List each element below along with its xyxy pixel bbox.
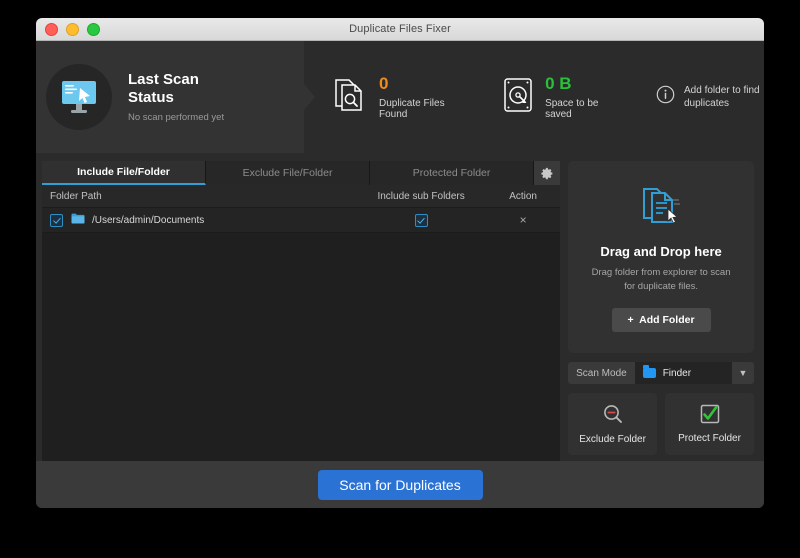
drag-drop-zone[interactable]: Drag and Drop here Drag folder from expl… [568, 161, 754, 353]
monitor-icon [62, 81, 96, 113]
scan-mode-label: Scan Mode [568, 362, 635, 384]
magnifier-minus-icon [603, 405, 622, 423]
documents-drag-icon [643, 188, 681, 224]
add-folder-hint-text: Add folder to find duplicates [684, 84, 760, 110]
status-header: Last Scan Status No scan performed yet 0 [36, 41, 764, 153]
green-check-icon [700, 404, 719, 424]
drag-drop-title: Drag and Drop here [600, 244, 722, 260]
row-select-checkbox[interactable] [50, 213, 63, 227]
stat-duplicate-text: 0 Duplicate Files Found [379, 75, 460, 120]
plus-icon: + [627, 313, 634, 326]
gear-icon [541, 167, 552, 179]
table-row[interactable]: /Users/admin/Documents × [42, 208, 561, 233]
folder-list-pane: Include File/Folder Exclude File/Folder … [42, 161, 561, 461]
exclude-folder-label: Exclude Folder [579, 434, 646, 445]
last-scan-status-panel: Last Scan Status No scan performed yet [36, 41, 315, 153]
row-include-sub-folders-cell [356, 213, 486, 227]
window-titlebar: Duplicate Files Fixer [36, 18, 764, 41]
scan-for-duplicates-button[interactable]: Scan for Duplicates [317, 470, 483, 500]
scan-mode-value: Finder [662, 367, 692, 379]
row-folder-path-text: /Users/admin/Documents [92, 214, 205, 226]
add-folder-button[interactable]: + Add Folder [611, 307, 711, 332]
protect-folder-button[interactable]: Protect Folder [665, 393, 755, 455]
stat-duplicate-label: Duplicate Files Found [379, 97, 445, 120]
stat-space-value: 0 B [545, 73, 572, 93]
footer-bar: Scan for Duplicates [36, 461, 764, 508]
window-title: Duplicate Files Fixer [349, 23, 451, 35]
row-action-cell: × [486, 214, 560, 226]
hard-drive-icon [502, 76, 534, 119]
column-header-folder-path: Folder Path [50, 190, 102, 202]
stat-space-saved: 0 B Space to be saved [502, 75, 614, 120]
main-body: Include File/Folder Exclude File/Folder … [36, 153, 764, 461]
folder-icon [71, 213, 85, 227]
row-folder-path-cell: /Users/admin/Documents [42, 213, 356, 227]
exclude-folder-button[interactable]: Exclude Folder [568, 393, 658, 455]
app-window: Duplicate Files Fixer Last Scan Status N… [36, 18, 764, 508]
column-header-action: Action [509, 190, 537, 202]
protect-folder-label: Protect Folder [678, 433, 741, 444]
folder-action-buttons: Exclude Folder Protect Folder [568, 393, 755, 455]
folder-table: /Users/admin/Documents × [42, 208, 561, 461]
scan-mode-select[interactable]: Finder [635, 362, 732, 384]
tab-include-file-folder[interactable]: Include File/Folder [42, 161, 207, 185]
chevron-down-icon[interactable]: ▼ [732, 362, 754, 384]
add-folder-hint: Add folder to find duplicates [656, 84, 764, 111]
stat-duplicate-value: 0 [379, 73, 389, 93]
monitor-icon-circle [46, 64, 112, 130]
row-remove-button[interactable]: × [520, 214, 527, 226]
status-text-block: Last Scan Status No scan performed yet [128, 71, 238, 122]
stat-space-label: Space to be saved [545, 97, 599, 120]
status-subtitle: No scan performed yet [128, 111, 225, 123]
tab-protected-folder[interactable]: Protected Folder [370, 161, 535, 185]
column-header-include-sub-folders: Include sub Folders [377, 190, 465, 202]
stats-group: 0 Duplicate Files Found 0 B Space to be … [304, 41, 764, 153]
drag-drop-subtitle: Drag folder from explorer to scan for du… [591, 267, 731, 292]
add-folder-button-label: Add Folder [639, 313, 695, 326]
document-search-icon [334, 76, 368, 119]
tab-exclude-file-folder[interactable]: Exclude File/Folder [206, 161, 371, 185]
status-title: Last Scan Status [128, 71, 199, 106]
info-icon[interactable] [656, 85, 675, 109]
stat-duplicate-files: 0 Duplicate Files Found [334, 75, 460, 120]
right-panel: Drag and Drop here Drag folder from expl… [568, 161, 755, 461]
tab-strip: Include File/Folder Exclude File/Folder … [42, 161, 561, 185]
stat-space-text: 0 B Space to be saved [545, 75, 614, 120]
scan-mode-row: Scan Mode Finder ▼ [568, 362, 754, 384]
settings-button[interactable] [534, 161, 561, 185]
row-include-sub-checkbox[interactable] [414, 213, 428, 227]
blue-folder-icon [642, 365, 656, 378]
table-column-headers: Folder Path Include sub Folders Action [42, 185, 561, 208]
